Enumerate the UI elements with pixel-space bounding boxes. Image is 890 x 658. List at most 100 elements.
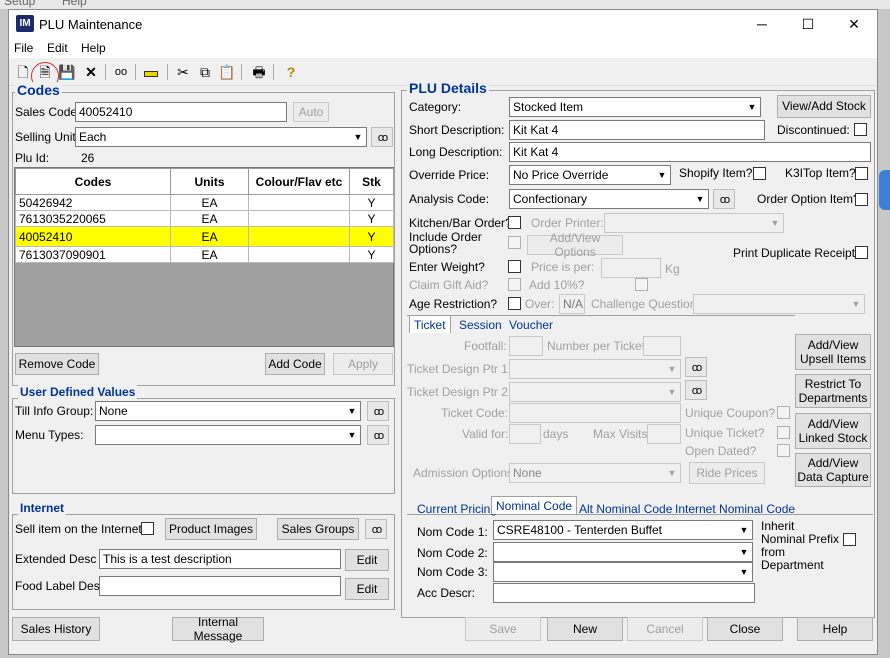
- print-duplicate-receipt-checkbox[interactable]: [855, 246, 868, 259]
- menu-file[interactable]: File: [14, 41, 33, 55]
- price-per-input[interactable]: [601, 258, 661, 278]
- save-disk-icon[interactable]: 💾: [57, 62, 77, 82]
- till-info-lookup-icon[interactable]: oo: [367, 401, 389, 421]
- internal-message-button[interactable]: Internal Message: [172, 615, 264, 643]
- acc-descr-input[interactable]: [493, 583, 755, 603]
- minimize-button[interactable]: ─: [739, 10, 785, 38]
- tab-nominal-code[interactable]: Nominal Code: [491, 496, 578, 514]
- remove-code-button[interactable]: Remove Code: [15, 353, 99, 375]
- sell-on-internet-checkbox[interactable]: [141, 522, 154, 535]
- inherit-nominal-prefix-checkbox[interactable]: [843, 533, 856, 546]
- nom-code-2-select[interactable]: ▼: [493, 542, 753, 562]
- add-view-options-button[interactable]: Add/View Options: [527, 231, 623, 259]
- add-view-data-capture-button[interactable]: Add/View Data Capture: [795, 453, 871, 487]
- highlight-icon[interactable]: [141, 62, 161, 82]
- cut-icon[interactable]: ✂: [173, 62, 193, 82]
- add-code-button[interactable]: Add Code: [265, 353, 325, 375]
- ticket-design-2-select[interactable]: ▼: [509, 382, 681, 402]
- age-restriction-checkbox[interactable]: [508, 297, 521, 310]
- order-option-item-checkbox[interactable]: [855, 193, 868, 206]
- paste-icon[interactable]: 📋: [217, 62, 237, 82]
- tab-current-pricing[interactable]: Current Pricing: [413, 500, 501, 518]
- restrict-to-departments-button[interactable]: Restrict To Departments: [795, 374, 871, 408]
- ticket-design-1-select[interactable]: ▼: [509, 359, 681, 379]
- over-input[interactable]: N/A: [559, 294, 585, 314]
- help-button[interactable]: Help: [797, 617, 873, 641]
- sales-groups-button[interactable]: Sales Groups: [277, 518, 359, 540]
- menu-help[interactable]: Help: [81, 41, 106, 55]
- admission-options-select[interactable]: None ▼: [509, 463, 681, 483]
- order-printer-select[interactable]: ▼: [604, 213, 784, 233]
- valid-for-input[interactable]: [509, 424, 541, 444]
- add-10-percent-checkbox[interactable]: [635, 278, 648, 291]
- ticket-design-1-lookup-icon[interactable]: oo: [685, 357, 707, 377]
- k3itop-item-checkbox[interactable]: [855, 167, 868, 180]
- food-label-edit-button[interactable]: Edit: [345, 578, 389, 600]
- ticket-code-input[interactable]: [509, 403, 681, 423]
- ticket-design-2-lookup-icon[interactable]: oo: [685, 380, 707, 400]
- analysis-code-select[interactable]: Confectionary ▼: [509, 189, 709, 209]
- column-header-colour[interactable]: Colour/Flav etc: [248, 168, 350, 195]
- footfall-input[interactable]: [509, 336, 543, 356]
- maximize-button[interactable]: ☐: [785, 10, 831, 38]
- extended-desc-input[interactable]: This is a test description: [99, 549, 341, 569]
- long-description-input[interactable]: Kit Kat 4: [509, 142, 871, 162]
- selling-unit-select[interactable]: Each ▼: [75, 127, 367, 147]
- table-row[interactable]: 50426942 EA Y: [15, 194, 394, 211]
- include-order-options-checkbox[interactable]: [508, 236, 521, 249]
- add-view-linked-stock-button[interactable]: Add/View Linked Stock: [795, 413, 871, 449]
- save-button[interactable]: Save: [465, 617, 541, 641]
- cancel-button[interactable]: Cancel: [627, 617, 703, 641]
- extended-desc-edit-button[interactable]: Edit: [345, 549, 389, 571]
- tab-alt-nominal-code[interactable]: Alt Nominal Code: [575, 500, 676, 518]
- category-select[interactable]: Stocked Item ▼: [509, 97, 761, 117]
- sales-history-button[interactable]: Sales History: [12, 617, 100, 641]
- tab-session[interactable]: Session: [455, 316, 506, 334]
- internet-lookup-icon[interactable]: oo: [365, 519, 387, 539]
- product-images-button[interactable]: Product Images: [165, 518, 257, 540]
- ride-prices-button[interactable]: Ride Prices: [689, 462, 765, 484]
- challenge-question-select[interactable]: ▼: [693, 294, 865, 314]
- tab-internet-nominal-code[interactable]: Internet Nominal Code: [671, 500, 799, 518]
- menu-types-lookup-icon[interactable]: oo: [367, 425, 389, 445]
- column-header-stk[interactable]: Stk: [349, 168, 394, 195]
- column-header-units[interactable]: Units: [170, 168, 249, 195]
- short-description-input[interactable]: Kit Kat 4: [509, 120, 765, 140]
- new-document-icon[interactable]: 🗋: [13, 62, 33, 82]
- selling-unit-lookup-icon[interactable]: oo: [371, 127, 393, 147]
- apply-button[interactable]: Apply: [333, 353, 393, 375]
- find-glasses-icon[interactable]: oo: [111, 62, 131, 82]
- menu-types-select[interactable]: ▼: [95, 425, 361, 445]
- sales-code-input[interactable]: 40052410: [75, 102, 287, 122]
- table-row[interactable]: 7613037090901 EA Y: [15, 246, 394, 263]
- copy-icon[interactable]: ⧉: [195, 62, 215, 82]
- nom-code-3-select[interactable]: ▼: [493, 562, 753, 582]
- menu-edit[interactable]: Edit: [47, 41, 68, 55]
- nom-code-1-select[interactable]: CSRE48100 - Tenterden Buffet ▼: [493, 520, 753, 540]
- delete-icon[interactable]: ✕: [81, 62, 101, 82]
- max-visits-input[interactable]: [647, 424, 681, 444]
- claim-gift-aid-checkbox[interactable]: [508, 278, 521, 291]
- open-dated-checkbox[interactable]: [777, 444, 790, 457]
- till-info-select[interactable]: None ▼: [95, 401, 361, 421]
- tab-voucher[interactable]: Voucher: [505, 316, 557, 334]
- view-add-stock-button[interactable]: View/Add Stock: [777, 95, 871, 118]
- shopify-item-checkbox[interactable]: [753, 167, 766, 180]
- close-window-button[interactable]: ✕: [831, 10, 877, 38]
- new-button[interactable]: New: [547, 617, 623, 641]
- unique-ticket-checkbox[interactable]: [777, 426, 790, 439]
- kitchen-bar-order-checkbox[interactable]: [508, 216, 521, 229]
- food-label-desc-input[interactable]: [99, 576, 341, 596]
- analysis-code-lookup-icon[interactable]: oo: [713, 189, 735, 209]
- discontinued-checkbox[interactable]: [854, 123, 867, 136]
- override-price-select[interactable]: No Price Override ▼: [509, 165, 671, 185]
- unique-coupon-checkbox[interactable]: [777, 406, 790, 419]
- close-button[interactable]: Close: [707, 617, 783, 641]
- table-row-selected[interactable]: 40052410 EA Y: [15, 226, 394, 247]
- auto-button[interactable]: Auto: [293, 102, 329, 122]
- enter-weight-checkbox[interactable]: [508, 260, 521, 273]
- column-header-codes[interactable]: Codes: [15, 168, 171, 195]
- add-view-upsell-items-button[interactable]: Add/View Upsell Items: [795, 334, 871, 370]
- print-icon[interactable]: 🖶: [249, 62, 269, 82]
- tab-ticket[interactable]: Ticket: [409, 315, 451, 333]
